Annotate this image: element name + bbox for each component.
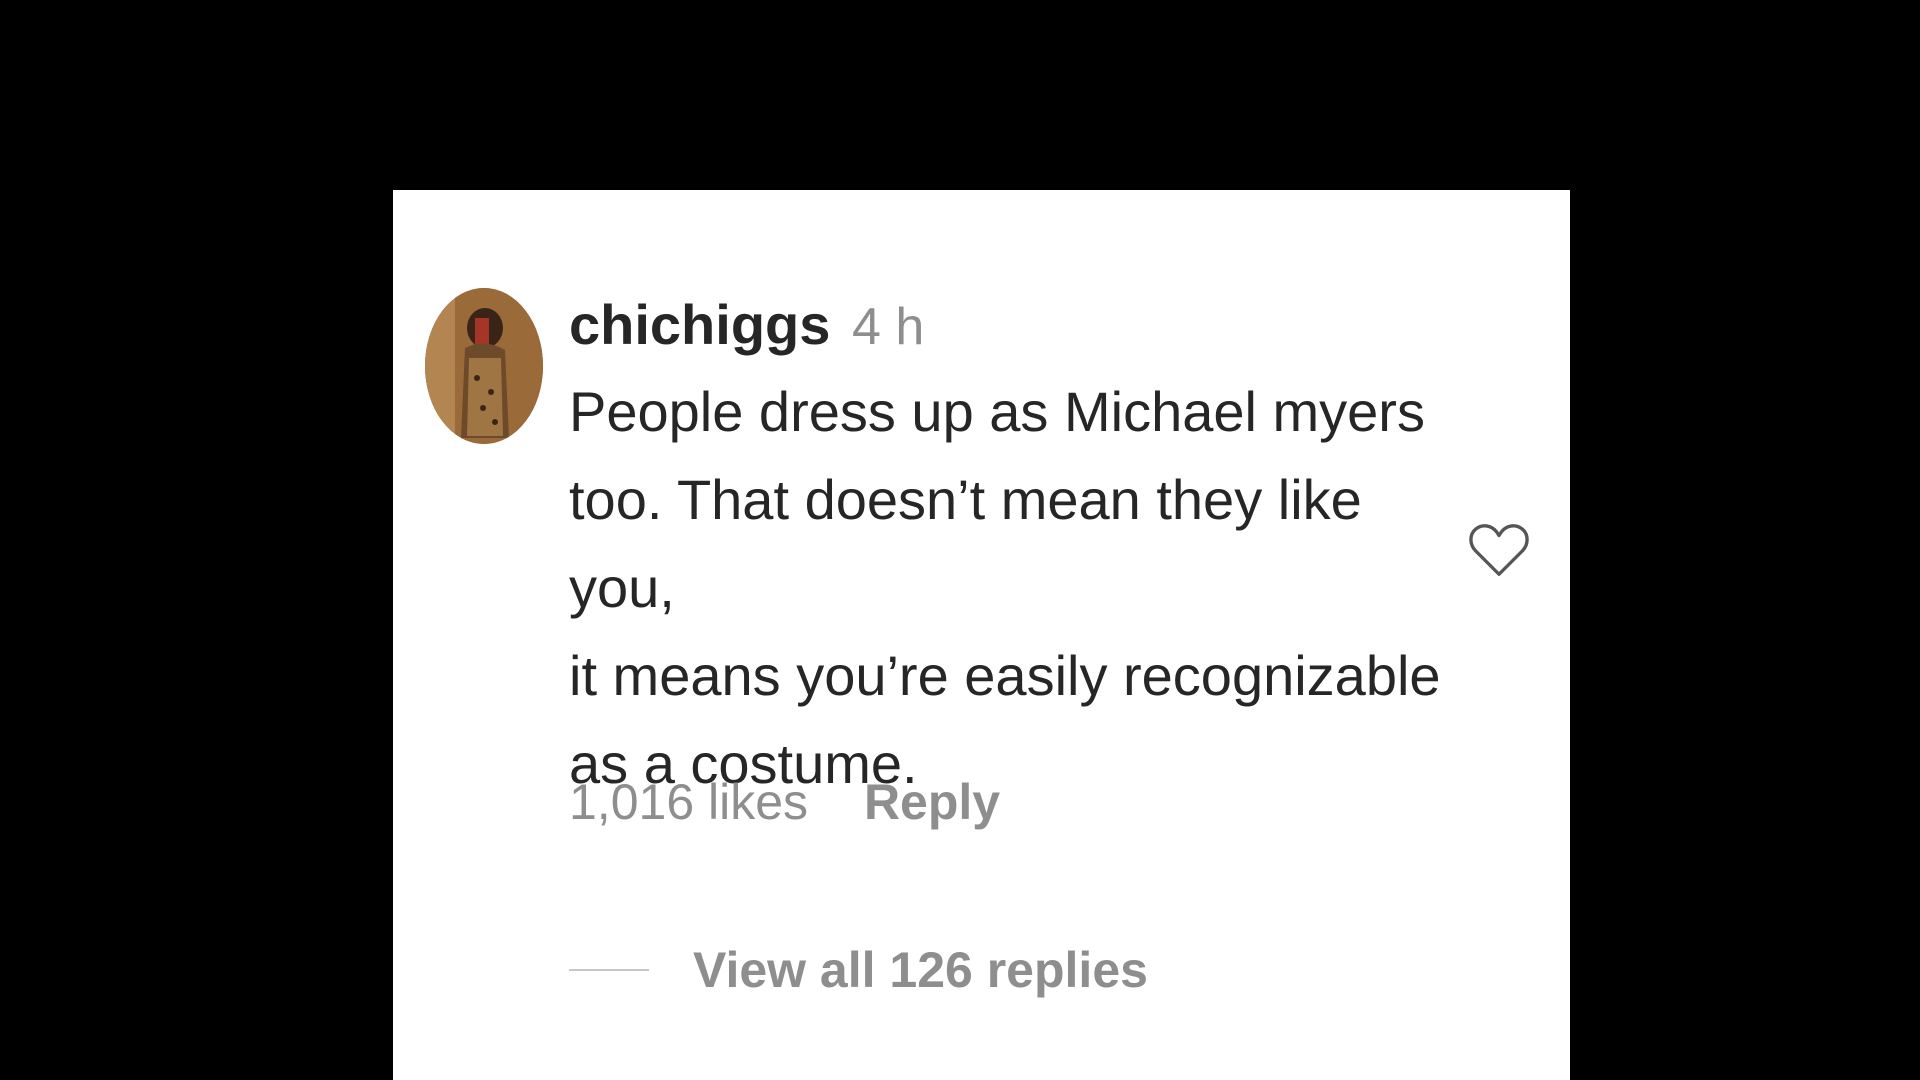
- reply-button[interactable]: Reply: [864, 774, 1000, 830]
- screen: chichiggs 4 h People dress up as Michael…: [0, 0, 1920, 1080]
- heart-icon-glyph: [1469, 524, 1529, 576]
- replies-divider: [569, 969, 649, 971]
- comment-line: it means you’re easily recognizable: [569, 644, 1441, 707]
- comment-text: People dress up as Michael myers too. Th…: [569, 368, 1449, 808]
- view-replies-button[interactable]: View all 126 replies: [569, 938, 1148, 1002]
- comment-line: too. That doesn’t mean they like you,: [569, 468, 1362, 619]
- comment-header: chichiggs 4 h: [569, 290, 1449, 362]
- comment-content: chichiggs 4 h People dress up as Michael…: [569, 290, 1449, 808]
- avatar-image: [425, 288, 543, 444]
- comment-card: chichiggs 4 h People dress up as Michael…: [393, 190, 1570, 1080]
- comment-meta: 1,016 likes Reply: [569, 770, 1000, 834]
- comment-line: People dress up as Michael myers: [569, 380, 1425, 443]
- avatar[interactable]: [425, 288, 543, 444]
- heart-icon[interactable]: [1468, 520, 1530, 582]
- comment-timestamp: 4 h: [851, 298, 925, 356]
- likes-count[interactable]: 1,016 likes: [569, 774, 808, 830]
- username-link[interactable]: chichiggs: [569, 293, 830, 356]
- view-replies-label: View all 126 replies: [693, 942, 1148, 998]
